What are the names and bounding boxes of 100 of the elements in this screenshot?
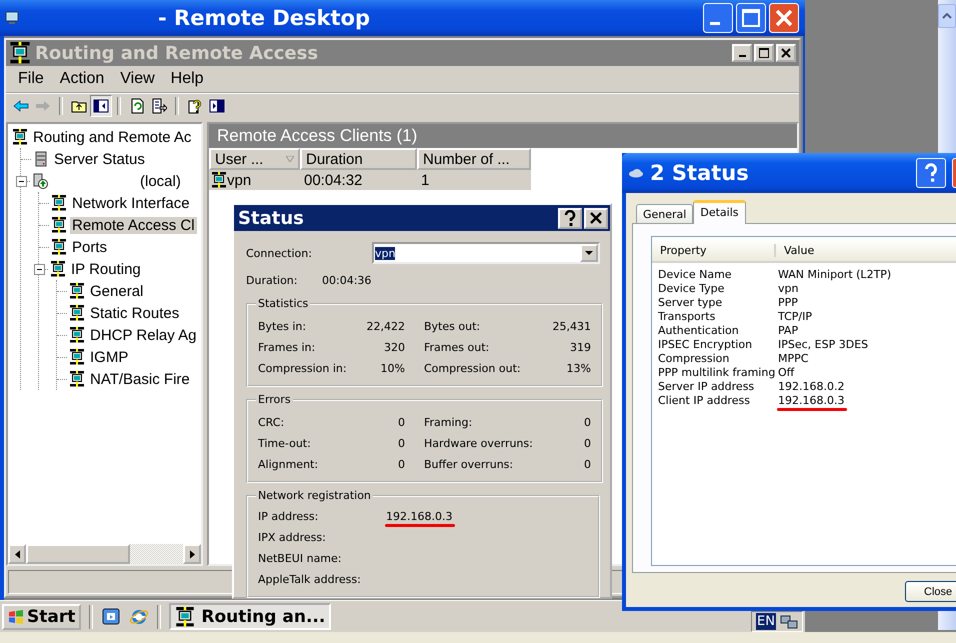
table-cell-text: Server type <box>657 296 724 308</box>
panes-icon <box>209 98 225 114</box>
dropdown-arrow-icon <box>585 251 593 255</box>
field-label: IP address: <box>258 510 320 523</box>
tree-item[interactable]: General <box>88 282 146 300</box>
field-label: Bytes out: <box>424 320 480 333</box>
tree-item[interactable]: Remote Access Cl <box>70 216 197 234</box>
field-label: Buffer overruns: <box>424 458 514 471</box>
caret-icon <box>14 550 20 558</box>
field-label: Compression in: <box>258 362 347 375</box>
field-value: 319 <box>570 341 591 354</box>
pane-title: Remote Access Clients (1) <box>209 124 797 148</box>
collapse-icon[interactable] <box>16 176 27 186</box>
field-label: Connection: <box>246 246 313 260</box>
sort-icon <box>286 156 294 162</box>
tree-item[interactable]: Network Interface <box>70 194 192 212</box>
scroll-up-button[interactable] <box>938 4 956 28</box>
caret-icon <box>942 13 952 19</box>
table-cell: PPP <box>778 296 798 308</box>
table-cell-text: Device Name <box>657 268 733 280</box>
help-button[interactable] <box>558 208 582 228</box>
network-computer-icon <box>69 305 85 321</box>
tree-item[interactable]: DHCP Relay Ag <box>88 326 198 344</box>
menu-item[interactable]: Help <box>162 69 212 89</box>
taskbar-button[interactable]: Routing an... <box>169 603 332 630</box>
table-cell-text: Server IP address <box>657 380 756 392</box>
table-cell: PAP <box>778 324 798 336</box>
maximize-button[interactable] <box>754 44 774 62</box>
tree-item[interactable]: NAT/Basic Fire <box>88 370 192 388</box>
desktop-icon <box>101 606 122 626</box>
table-cell: Off <box>778 366 794 378</box>
field-value: 0 <box>398 437 405 450</box>
collapse-icon[interactable] <box>34 264 45 274</box>
field-value: 0 <box>398 458 405 471</box>
scrollbar[interactable] <box>8 544 201 564</box>
field-label: Frames out: <box>424 341 490 354</box>
column-header[interactable]: Number of ... <box>417 148 531 170</box>
tree-item[interactable]: Ports <box>70 238 110 256</box>
table-cell-text: Compression <box>657 352 730 364</box>
table-cell: vpn <box>778 282 798 294</box>
server-icon <box>33 151 49 167</box>
tab[interactable]: General <box>636 204 694 223</box>
maximize-icon <box>759 48 769 58</box>
tree-item[interactable]: Static Routes <box>88 304 182 322</box>
tab[interactable]: Details <box>693 200 746 224</box>
tree-item[interactable]: (local) <box>138 172 183 190</box>
refresh-icon <box>129 98 145 114</box>
field-value: 0 <box>584 458 591 471</box>
field-label: Framing: <box>424 416 472 429</box>
field-value: 192.168.0.3 <box>386 510 452 523</box>
menu-item[interactable]: Action <box>52 69 112 89</box>
panes-icon <box>93 98 109 114</box>
close-button[interactable] <box>584 208 608 228</box>
dropdown-field[interactable]: vpn <box>372 242 600 264</box>
minimize-button[interactable] <box>732 44 752 62</box>
tree-item[interactable]: IGMP <box>88 348 130 366</box>
forward-icon <box>35 98 51 114</box>
tree-item[interactable]: Routing and Remote Ac <box>31 128 194 146</box>
close-button[interactable] <box>776 44 796 62</box>
field-label: Alignment: <box>258 458 318 471</box>
network-computer-icon <box>9 42 31 64</box>
network-computer-icon <box>12 129 28 145</box>
close-button[interactable]: Close <box>905 581 956 602</box>
tree-item[interactable]: IP Routing <box>69 260 143 278</box>
column-header[interactable]: Duration <box>300 148 417 170</box>
network-computer-icon <box>211 172 227 188</box>
language-indicator[interactable]: EN <box>756 613 776 630</box>
network-computer-icon <box>69 327 85 343</box>
field-value: 0 <box>584 416 591 429</box>
scroll-right-button[interactable] <box>183 544 201 564</box>
list-row[interactable]: vpn 00:04:32 1 <box>209 170 531 190</box>
show-desktop-button[interactable] <box>101 606 122 626</box>
column-header[interactable]: User ... <box>209 148 300 170</box>
server-icon <box>32 173 48 189</box>
field-label: Time-out: <box>258 437 311 450</box>
network-tray-button[interactable] <box>780 612 798 630</box>
scroll-left-button[interactable] <box>8 544 26 564</box>
back-icon <box>13 98 29 114</box>
menu-item[interactable]: View <box>112 69 163 89</box>
close-icon <box>589 211 603 225</box>
cloud-icon <box>628 168 644 178</box>
field-label: NetBEUI name: <box>258 552 342 565</box>
column-header[interactable]: Property <box>652 244 776 256</box>
network-computer-icon <box>69 371 85 387</box>
windows-logo-icon <box>8 608 24 624</box>
column-header[interactable]: Value <box>776 244 814 256</box>
network-icon <box>780 612 798 630</box>
help-icon <box>187 98 203 114</box>
field-label: AppleTalk address: <box>258 573 362 586</box>
table-cell-text: Device Type <box>657 282 726 294</box>
field-label: CRC: <box>258 416 284 429</box>
field-label: Duration: <box>246 274 298 286</box>
start-button[interactable]: Start <box>2 604 82 630</box>
menu-item[interactable]: File <box>10 69 52 89</box>
field-label: Bytes in: <box>258 320 306 333</box>
scroll-thumb[interactable] <box>26 544 130 564</box>
tree-item[interactable]: Server Status <box>52 150 147 168</box>
panes-button[interactable] <box>90 95 112 117</box>
table-cell: 00:04:32 <box>304 172 362 188</box>
computer-icon <box>4 10 20 26</box>
